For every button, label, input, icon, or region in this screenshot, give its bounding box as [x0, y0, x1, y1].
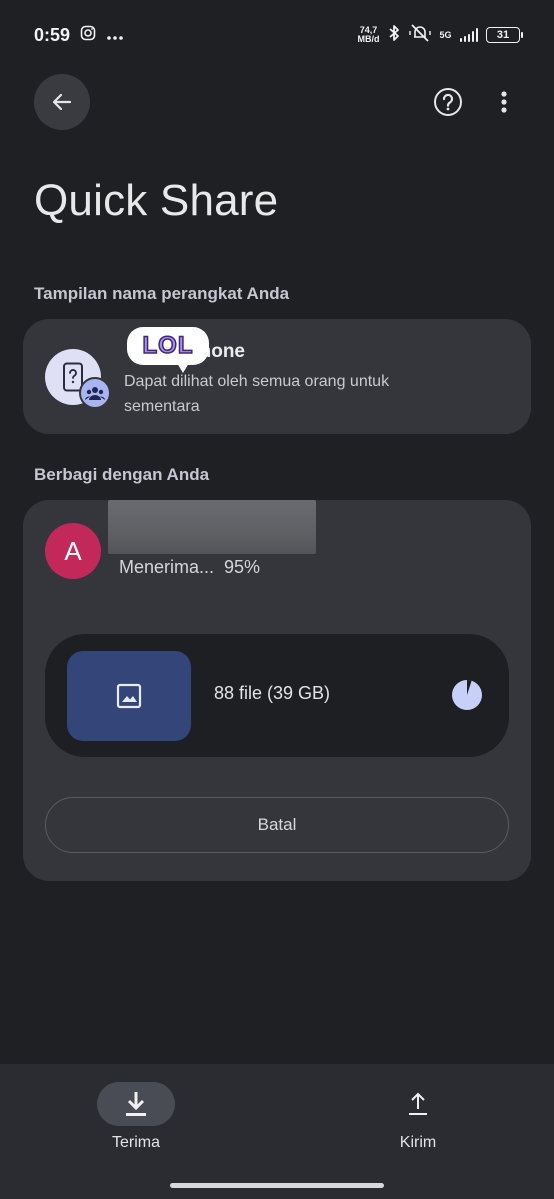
cancel-button[interactable]: Batal	[45, 797, 509, 853]
device-section-label: Tampilan nama perangkat Anda	[34, 284, 290, 303]
redacted-sender-name	[108, 500, 316, 554]
home-indicator	[170, 1183, 384, 1188]
receive-status: Menerima... 95%	[119, 557, 261, 577]
image-icon	[116, 683, 142, 709]
status-bar: 0:59 74,7 MB/d 5G 31	[0, 0, 554, 70]
incoming-share-card: A Menerima... 95% 88 file (39 GB) Batal	[23, 500, 531, 881]
device-name-card[interactable]: phone Dapat dilihat oleh semua orang unt…	[23, 319, 531, 434]
group-icon	[79, 377, 111, 409]
lol-sticker: LOL	[127, 327, 209, 373]
clock: 0:59	[34, 24, 71, 45]
more-options-button[interactable]	[488, 82, 520, 122]
bottom-navigation: Terima Kirim	[0, 1064, 554, 1199]
progress-indicator	[452, 680, 482, 710]
more-dots-icon	[106, 25, 124, 46]
bluetooth-icon	[387, 24, 401, 47]
nav-item-send[interactable]: Kirim	[348, 1082, 488, 1152]
nav-item-receive[interactable]: Terima	[66, 1082, 206, 1152]
device-visibility-text: Dapat dilihat oleh semua orang untuk sem…	[124, 373, 390, 415]
battery-icon: 31	[486, 27, 523, 43]
signal-icon	[459, 28, 478, 42]
nav-pill-receive[interactable]	[97, 1082, 175, 1126]
arrow-back-icon	[52, 93, 72, 111]
upload-icon	[409, 1092, 427, 1115]
shared-section-label: Berbagi dengan Anda	[34, 465, 210, 484]
network-type: 5G	[439, 30, 452, 40]
nav-label-send: Kirim	[399, 1134, 437, 1151]
more-vert-icon	[501, 91, 507, 113]
page-title: Quick Share	[34, 176, 279, 225]
status-right: 74,7 MB/d 5G 31	[357, 23, 523, 48]
status-left: 0:59	[34, 25, 124, 46]
help-button[interactable]	[428, 82, 468, 122]
app-bar	[34, 74, 520, 130]
mute-vibrate-icon	[409, 23, 432, 48]
file-thumbnail	[67, 651, 191, 741]
nav-label-receive: Terima	[111, 1134, 160, 1151]
nav-pill-send[interactable]	[379, 1082, 457, 1126]
sender-avatar: A	[45, 523, 101, 579]
download-icon	[126, 1092, 146, 1116]
back-button[interactable]	[34, 74, 90, 130]
help-circle-icon	[434, 88, 462, 116]
file-transfer-row[interactable]: 88 file (39 GB)	[45, 634, 509, 757]
file-summary: 88 file (39 GB)	[214, 683, 331, 703]
instagram-icon	[80, 25, 96, 46]
net-speed: 74,7 MB/d	[357, 25, 380, 44]
